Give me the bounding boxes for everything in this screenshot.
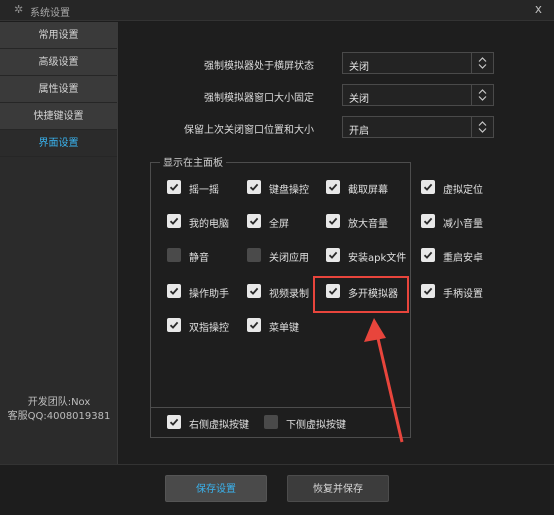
checkbox-volume-down[interactable]: 减小音量 [421, 214, 509, 230]
landscape-select[interactable]: 关闭 [342, 52, 494, 74]
window-title: 系统设置 [30, 8, 70, 19]
checkbox-keyboard[interactable]: 键盘操控 [247, 180, 335, 196]
checkbox-label: 菜单键 [269, 323, 299, 334]
check-icon [167, 415, 181, 429]
checkbox-label: 视频录制 [269, 289, 309, 300]
check-icon [247, 284, 261, 298]
checkbox-two-finger[interactable]: 双指操控 [167, 318, 255, 334]
highlight-box [313, 276, 409, 313]
checkbox-screenshot[interactable]: 截取屏幕 [326, 180, 414, 196]
check-icon [247, 214, 261, 228]
gear-icon: ✲ [14, 3, 24, 16]
checkbox-label: 减小音量 [443, 219, 483, 230]
check-icon [326, 180, 340, 194]
checkbox-label: 右侧虚拟按键 [189, 420, 249, 431]
checkbox-right-virtual-keys[interactable]: 右侧虚拟按键 [167, 415, 257, 431]
sidebar: 常用设置 高级设置 属性设置 快捷键设置 界面设置 开发团队:Nox 客服QQ:… [0, 22, 118, 464]
checkbox-label: 放大音量 [348, 219, 388, 230]
footer-divider [0, 464, 554, 465]
checkbox-label: 操作助手 [189, 289, 229, 300]
team-text: 开发团队:Nox [27, 397, 91, 408]
checkbox-my-computer[interactable]: 我的电脑 [167, 214, 255, 230]
team-info: 开发团队:Nox 客服QQ:4008019381 [0, 396, 118, 424]
select-value: 开启 [349, 126, 369, 137]
checkbox-label: 截取屏幕 [348, 185, 388, 196]
checkbox-empty [167, 248, 181, 262]
check-icon [247, 180, 261, 194]
sidebar-item-shortcuts[interactable]: 快捷键设置 [0, 103, 117, 130]
check-icon [167, 318, 181, 332]
checkbox-empty [264, 415, 278, 429]
remember-window-select[interactable]: 开启 [342, 116, 494, 138]
checkbox-shake[interactable]: 摇一摇 [167, 180, 255, 196]
checkbox-restart-android[interactable]: 重启安卓 [421, 248, 509, 264]
sidebar-item-properties[interactable]: 属性设置 [0, 76, 117, 103]
select-value: 关闭 [349, 94, 369, 105]
checkbox-label: 全屏 [269, 219, 289, 230]
save-button[interactable]: 保存设置 [165, 475, 267, 502]
checkbox-close-app[interactable]: 关闭应用 [247, 248, 335, 264]
sidebar-item-advanced[interactable]: 高级设置 [0, 49, 117, 76]
check-icon [167, 284, 181, 298]
checkbox-label: 重启安卓 [443, 253, 483, 264]
updown-chevron-icon [471, 85, 493, 105]
restore-save-button[interactable]: 恢复并保存 [287, 475, 389, 502]
checkbox-install-apk[interactable]: 安装apk文件 [326, 248, 414, 264]
select-value: 关闭 [349, 62, 369, 73]
checkbox-menu-key[interactable]: 菜单键 [247, 318, 335, 334]
checkbox-assistant[interactable]: 操作助手 [167, 284, 255, 300]
check-icon [421, 248, 435, 262]
setting-label: 保留上次关闭窗口位置和大小 [184, 125, 314, 136]
fixed-size-select[interactable]: 关闭 [342, 84, 494, 106]
check-icon [326, 248, 340, 262]
checkbox-label: 我的电脑 [189, 219, 229, 230]
checkbox-virtual-location[interactable]: 虚拟定位 [421, 180, 509, 196]
checkbox-label: 虚拟定位 [443, 185, 483, 196]
checkbox-label: 下侧虚拟按键 [286, 420, 346, 431]
updown-chevron-icon [471, 117, 493, 137]
checkbox-label: 静音 [189, 253, 209, 264]
checkbox-fullscreen[interactable]: 全屏 [247, 214, 335, 230]
check-icon [326, 214, 340, 228]
sidebar-item-common[interactable]: 常用设置 [0, 22, 117, 49]
checkbox-bottom-virtual-keys[interactable]: 下侧虚拟按键 [264, 415, 354, 431]
setting-label: 强制模拟器窗口大小固定 [204, 93, 314, 104]
checkbox-empty [247, 248, 261, 262]
checkbox-label: 安装apk文件 [348, 253, 407, 264]
check-icon [421, 214, 435, 228]
checkbox-volume-up[interactable]: 放大音量 [326, 214, 414, 230]
check-icon [421, 284, 435, 298]
check-icon [167, 214, 181, 228]
title-bar: ✲ 系统设置 x [0, 0, 554, 21]
checkbox-label: 手柄设置 [443, 289, 483, 300]
sidebar-item-interface[interactable]: 界面设置 [0, 130, 117, 157]
checkbox-label: 关闭应用 [269, 253, 309, 264]
setting-label: 强制模拟器处于横屏状态 [204, 61, 314, 72]
close-button[interactable]: x [535, 2, 542, 16]
updown-chevron-icon [471, 53, 493, 73]
arrow-annotation [364, 318, 404, 443]
group-title: 显示在主面板 [160, 154, 226, 169]
qq-text: 客服QQ:4008019381 [7, 411, 111, 422]
check-icon [421, 180, 435, 194]
check-icon [247, 318, 261, 332]
checkbox-label: 键盘操控 [269, 185, 309, 196]
checkbox-label: 双指操控 [189, 323, 229, 334]
checkbox-gamepad[interactable]: 手柄设置 [421, 284, 509, 300]
check-icon [167, 180, 181, 194]
checkbox-label: 摇一摇 [189, 185, 219, 196]
checkbox-mute[interactable]: 静音 [167, 248, 255, 264]
